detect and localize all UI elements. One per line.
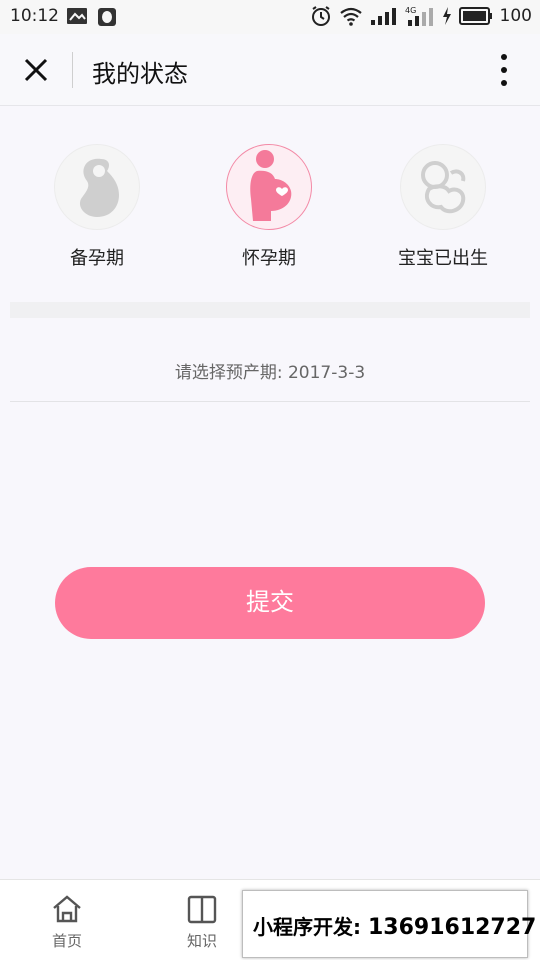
nav-bar: 我的状态: [0, 34, 540, 106]
charging-icon: [442, 7, 451, 25]
promo-label: 小程序开发:: [253, 915, 368, 939]
status-time: 10:12: [10, 6, 59, 26]
tab-label-home: 首页: [51, 932, 82, 950]
image-notification-icon: [67, 8, 87, 24]
home-icon: [53, 895, 81, 923]
signal-4g-icon: 4G: [405, 6, 433, 26]
battery-level: 100: [499, 6, 532, 26]
battery-icon: [458, 7, 492, 25]
promo-phone: 13691612727: [367, 915, 537, 940]
due-date-value: 2017-3-3: [287, 363, 366, 383]
book-icon: [187, 895, 217, 924]
nav-divider: [72, 52, 73, 88]
qq-notification-icon: [98, 8, 116, 26]
tab-home[interactable]: 首页: [32, 892, 102, 951]
svg-text:4G: 4G: [405, 6, 416, 15]
pregnancy-prep-icon: [79, 158, 119, 217]
stage-label-prep: 备孕期: [70, 248, 124, 269]
signal-icon: [370, 8, 396, 25]
promo-banner: 小程序开发: 13691612727: [242, 890, 536, 958]
more-options-icon[interactable]: [496, 52, 512, 88]
baby-icon: [421, 161, 466, 214]
stage-label-pregnant: 怀孕期: [242, 248, 296, 269]
pregnant-woman-icon: [250, 150, 292, 221]
submit-button[interactable]: 提交: [55, 567, 485, 639]
section-separator: [10, 302, 530, 318]
stage-option-pregnant[interactable]: 怀孕期: [184, 144, 354, 270]
close-icon[interactable]: [20, 54, 52, 86]
stage-option-born[interactable]: 宝宝已出生: [358, 144, 528, 270]
stage-option-prep[interactable]: 备孕期: [12, 144, 182, 270]
status-bar: 10:12 4G 100: [0, 0, 540, 34]
stage-selector: 备孕期 怀孕期 宝宝已出生: [0, 106, 540, 302]
alarm-icon: [311, 6, 330, 26]
wifi-icon: [339, 7, 362, 26]
tab-label-knowledge: 知识: [186, 932, 217, 950]
stage-label-born: 宝宝已出生: [398, 248, 488, 269]
tab-knowledge[interactable]: 知识: [167, 892, 237, 951]
due-date-prefix: 请选择预产期:: [174, 363, 288, 383]
page-title: 我的状态: [92, 60, 188, 88]
due-date-picker[interactable]: 请选择预产期: 2017-3-3: [10, 318, 530, 402]
